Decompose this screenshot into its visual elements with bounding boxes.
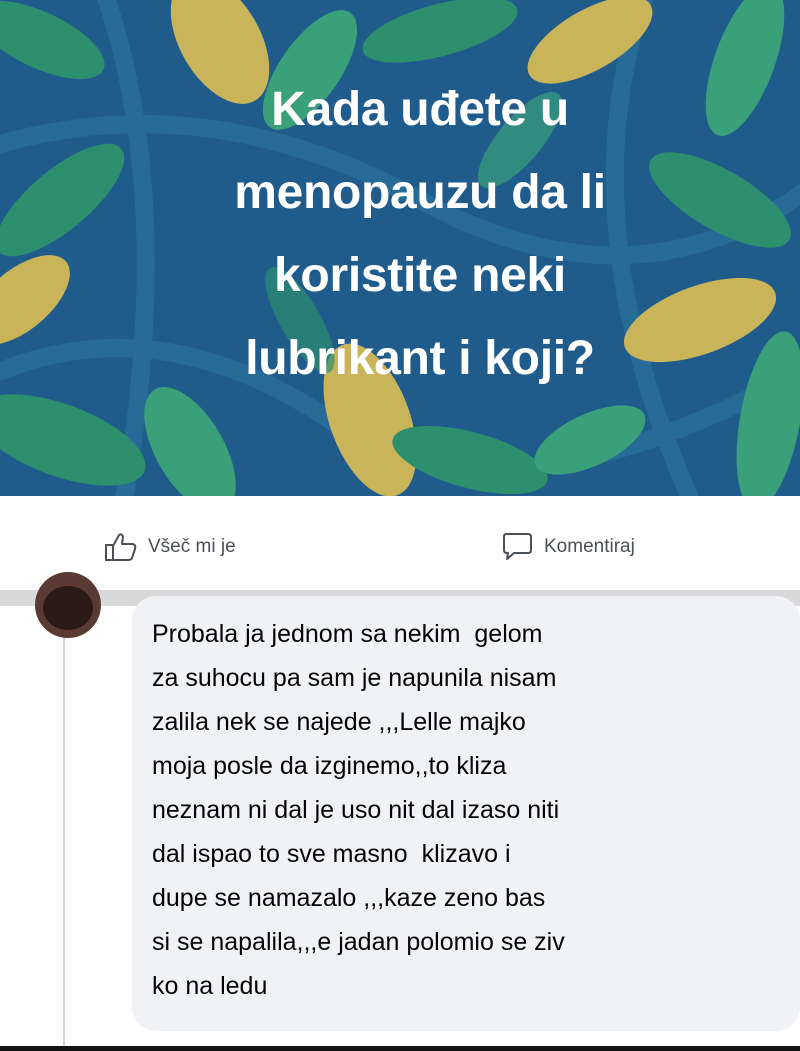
avatar-image <box>43 586 93 630</box>
commenter-avatar[interactable] <box>35 572 101 638</box>
comment-label: Komentiraj <box>544 536 635 557</box>
comment-line: si se napalila,,,e jadan polomio se ziv <box>152 928 565 956</box>
thumbs-up-icon <box>105 533 137 561</box>
like-label: Všeč mi je <box>148 536 236 557</box>
comment-line: zalila nek se najede ,,,Lelle majko <box>152 708 526 736</box>
post-action-bar: Všeč mi je Komentiraj <box>0 496 800 590</box>
bottom-edge <box>0 1046 800 1051</box>
post-line: menopauzu da li <box>234 166 606 219</box>
comment-section: Probala ja jednom sa nekim gelom za suho… <box>0 572 800 1051</box>
post-line: koristite neki <box>274 249 566 302</box>
comment-line: dal ispao to sve masno klizavo i <box>152 840 511 868</box>
post-line: Kada uđete u <box>271 83 569 136</box>
comment-line: moja posle da izginemo,,to kliza <box>152 752 507 780</box>
post-question-text: Kada uđete u menopauzu da li koristite n… <box>120 68 720 400</box>
post-line: lubrikant i koji? <box>245 332 595 385</box>
comment-line: dupe se namazalo ,,,kaze zeno bas <box>152 884 546 912</box>
post-banner: Kada uđete u menopauzu da li koristite n… <box>0 0 800 496</box>
comment-line: za suhocu pa sam je napunila nisam <box>152 664 557 692</box>
comment-button[interactable]: Komentiraj <box>500 532 635 562</box>
speech-bubble-icon <box>503 533 532 560</box>
comment-text: Probala ja jednom sa nekim gelom za suho… <box>152 612 792 1008</box>
comment-line: Probala ja jednom sa nekim gelom <box>152 620 543 648</box>
comment-line: neznam ni dal je uso nit dal izaso niti <box>152 796 560 824</box>
like-button[interactable]: Všeč mi je <box>104 532 236 562</box>
comment-line: ko na ledu <box>152 972 268 1000</box>
thread-line <box>63 606 65 1051</box>
